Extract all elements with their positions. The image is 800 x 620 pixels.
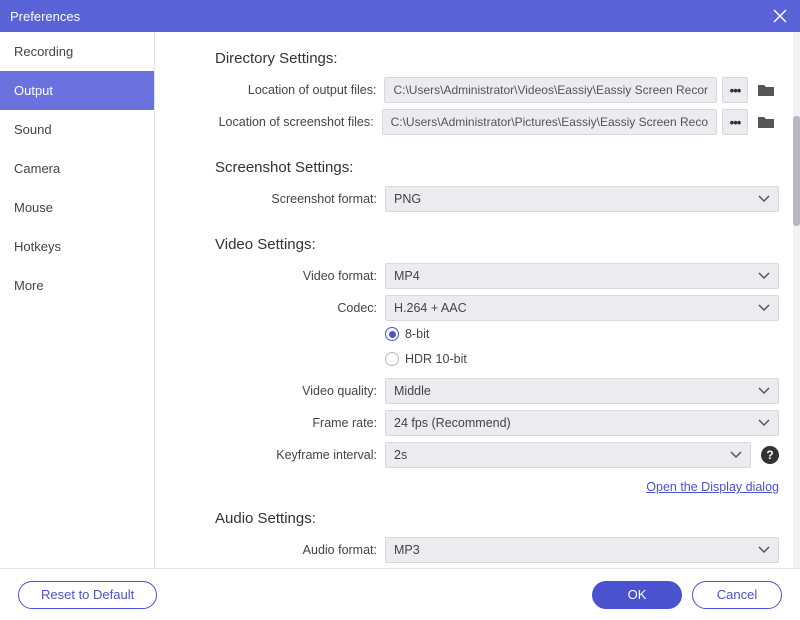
- ok-button[interactable]: OK: [592, 581, 682, 609]
- audio-format-value: MP3: [394, 543, 420, 557]
- chevron-down-icon: [758, 304, 770, 312]
- sidebar-item-sound[interactable]: Sound: [0, 110, 154, 149]
- screenshot-format-select[interactable]: PNG: [385, 186, 779, 212]
- keyframe-interval-select[interactable]: 2s: [385, 442, 751, 468]
- radio-8bit[interactable]: 8-bit: [385, 327, 429, 341]
- titlebar: Preferences: [0, 0, 800, 32]
- screenshot-path-open-folder-button[interactable]: [753, 109, 779, 135]
- scrollbar[interactable]: [793, 32, 800, 568]
- close-button[interactable]: [770, 6, 790, 26]
- sidebar-item-hotkeys[interactable]: Hotkeys: [0, 227, 154, 266]
- section-title-video: Video Settings:: [215, 236, 779, 253]
- window-title: Preferences: [10, 9, 80, 24]
- section-title-directory: Directory Settings:: [215, 50, 779, 67]
- output-path-browse-button[interactable]: •••: [722, 77, 748, 103]
- output-path-field[interactable]: C:\Users\Administrator\Videos\Eassiy\Eas…: [384, 77, 717, 103]
- frame-rate-label: Frame rate:: [215, 416, 385, 430]
- scrollbar-thumb[interactable]: [793, 116, 800, 226]
- audio-format-label: Audio format:: [215, 543, 385, 557]
- keyframe-help-button[interactable]: ?: [761, 446, 779, 464]
- frame-rate-select[interactable]: 24 fps (Recommend): [385, 410, 779, 436]
- keyframe-interval-value: 2s: [394, 448, 407, 462]
- output-path-label: Location of output files:: [215, 83, 384, 97]
- keyframe-interval-label: Keyframe interval:: [215, 448, 385, 462]
- screenshot-format-value: PNG: [394, 192, 421, 206]
- folder-icon: [757, 115, 775, 129]
- radio-icon: [385, 327, 399, 341]
- sidebar-item-output[interactable]: Output: [0, 71, 154, 110]
- screenshot-path-field[interactable]: C:\Users\Administrator\Pictures\Eassiy\E…: [382, 109, 717, 135]
- frame-rate-value: 24 fps (Recommend): [394, 416, 511, 430]
- audio-format-select[interactable]: MP3: [385, 537, 779, 563]
- sidebar-item-mouse[interactable]: Mouse: [0, 188, 154, 227]
- video-quality-value: Middle: [394, 384, 431, 398]
- sidebar-item-more[interactable]: More: [0, 266, 154, 305]
- video-format-value: MP4: [394, 269, 420, 283]
- sidebar-item-recording[interactable]: Recording: [0, 32, 154, 71]
- chevron-down-icon: [758, 387, 770, 395]
- screenshot-path-browse-button[interactable]: •••: [722, 109, 748, 135]
- chevron-down-icon: [758, 195, 770, 203]
- sidebar-item-camera[interactable]: Camera: [0, 149, 154, 188]
- cancel-button[interactable]: Cancel: [692, 581, 782, 609]
- chevron-down-icon: [758, 419, 770, 427]
- radio-8bit-label: 8-bit: [405, 327, 429, 341]
- chevron-down-icon: [730, 451, 742, 459]
- content-panel: Directory Settings: Location of output f…: [155, 32, 793, 568]
- screenshot-path-label: Location of screenshot files:: [215, 115, 382, 129]
- video-codec-label: Codec:: [215, 301, 385, 315]
- radio-hdr10-label: HDR 10-bit: [405, 352, 467, 366]
- chevron-down-icon: [758, 272, 770, 280]
- video-quality-select[interactable]: Middle: [385, 378, 779, 404]
- section-title-screenshot: Screenshot Settings:: [215, 159, 779, 176]
- footer: Reset to Default OK Cancel: [0, 568, 800, 620]
- video-codec-select[interactable]: H.264 + AAC: [385, 295, 779, 321]
- section-title-audio: Audio Settings:: [215, 510, 779, 527]
- open-display-dialog-link[interactable]: Open the Display dialog: [646, 480, 779, 494]
- folder-icon: [757, 83, 775, 97]
- video-quality-label: Video quality:: [215, 384, 385, 398]
- close-icon: [773, 9, 787, 23]
- radio-hdr10[interactable]: HDR 10-bit: [385, 352, 467, 366]
- chevron-down-icon: [758, 546, 770, 554]
- video-format-select[interactable]: MP4: [385, 263, 779, 289]
- video-codec-value: H.264 + AAC: [394, 301, 467, 315]
- reset-to-default-button[interactable]: Reset to Default: [18, 581, 157, 609]
- sidebar: Recording Output Sound Camera Mouse Hotk…: [0, 32, 155, 568]
- output-path-open-folder-button[interactable]: [753, 77, 779, 103]
- video-format-label: Video format:: [215, 269, 385, 283]
- radio-icon: [385, 352, 399, 366]
- screenshot-format-label: Screenshot format:: [215, 192, 385, 206]
